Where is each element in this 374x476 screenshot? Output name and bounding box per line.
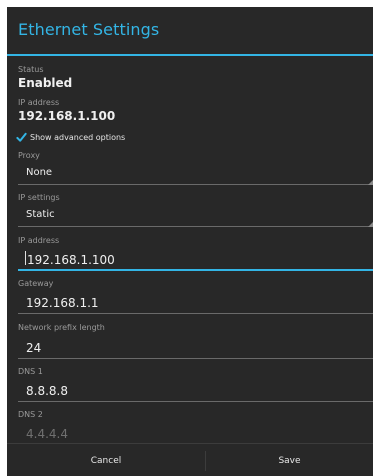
ip-info-label: IP address [18, 98, 60, 107]
gateway-field-underline [18, 313, 373, 314]
ip-settings-spinner-underline [18, 226, 373, 227]
ip-address-field-underline [18, 269, 373, 271]
dialog-title-bar: Ethernet Settings [7, 7, 373, 56]
dns2-field[interactable]: 4.4.4.4 [26, 427, 68, 441]
proxy-spinner[interactable]: None [26, 167, 52, 178]
cancel-button[interactable]: Cancel [7, 444, 205, 476]
dialog-button-bar: Cancel Save [7, 443, 373, 476]
ip-address-field-label: IP address [18, 236, 60, 245]
text-cursor [25, 251, 26, 265]
save-button[interactable]: Save [206, 444, 373, 476]
proxy-spinner-underline [18, 184, 373, 185]
gateway-field[interactable]: 192.168.1.1 [26, 296, 99, 310]
status-label: Status [18, 65, 44, 74]
dns1-field-underline [18, 401, 373, 402]
checkmark-icon [16, 132, 27, 142]
gateway-label: Gateway [18, 279, 54, 288]
ip-info-value: 192.168.1.100 [18, 109, 116, 123]
ip-settings-dropdown-arrow-icon[interactable] [368, 222, 373, 227]
dns2-label: DNS 2 [18, 410, 43, 419]
ip-settings-label: IP settings [18, 193, 60, 202]
show-advanced-options-label: Show advanced options [30, 132, 126, 142]
proxy-label: Proxy [18, 151, 40, 160]
prefix-length-label: Network prefix length [18, 323, 105, 332]
settings-content[interactable]: Status Enabled IP address 192.168.1.100 … [7, 56, 373, 441]
ip-address-field[interactable]: 192.168.1.100 [27, 253, 115, 267]
ip-settings-spinner[interactable]: Static [26, 209, 55, 220]
proxy-dropdown-arrow-icon[interactable] [368, 180, 373, 185]
prefix-length-field[interactable]: 24 [26, 341, 41, 355]
dialog-title: Ethernet Settings [18, 20, 160, 39]
status-value: Enabled [18, 76, 73, 90]
dns1-field[interactable]: 8.8.8.8 [26, 384, 68, 398]
prefix-length-field-underline [18, 358, 373, 359]
dns1-label: DNS 1 [18, 367, 43, 376]
show-advanced-options-checkbox[interactable]: Show advanced options [16, 131, 125, 143]
ethernet-settings-dialog: Ethernet Settings Status Enabled IP addr… [7, 7, 373, 476]
